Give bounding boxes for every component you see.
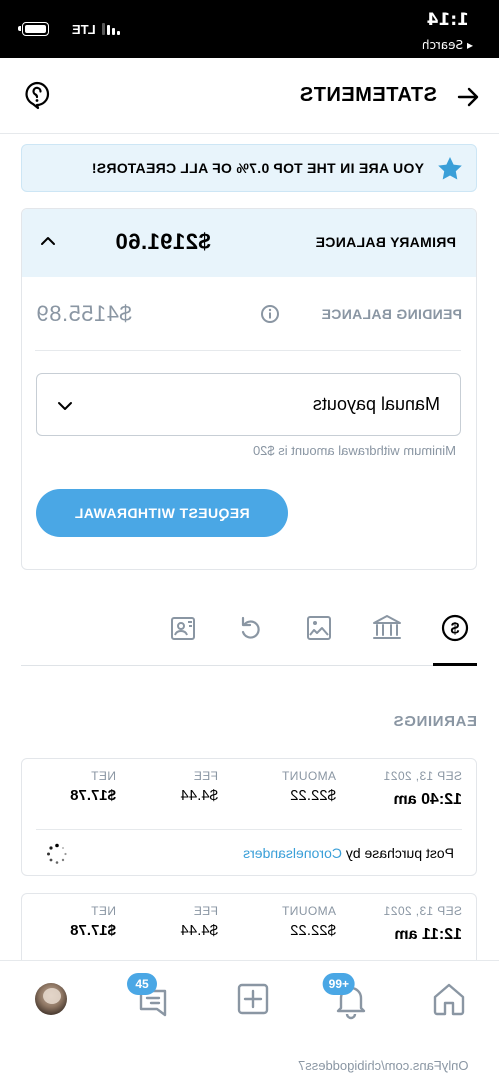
bottom-nav: 99+ 45 bbox=[0, 960, 499, 1036]
arrow-left-icon[interactable] bbox=[455, 84, 481, 110]
dollar-icon: $ bbox=[441, 614, 469, 642]
primary-balance-row[interactable]: PRIMARY BALANCE $2191.60 bbox=[21, 209, 476, 277]
top-creator-banner: YOU ARE IN THE TOP 0.7% OF ALL CREATORS! bbox=[21, 144, 477, 192]
earning-amount: $22.22 bbox=[290, 922, 336, 939]
svg-text:$: $ bbox=[450, 621, 459, 638]
nav-home[interactable] bbox=[423, 975, 469, 1021]
tab-payouts[interactable] bbox=[367, 608, 407, 648]
help-icon[interactable] bbox=[22, 80, 52, 110]
back-to-search[interactable]: ◂ Search bbox=[422, 38, 473, 52]
tab-media[interactable] bbox=[299, 608, 339, 648]
amount-column: AMOUNT $22.22 bbox=[282, 769, 336, 804]
fee-column: FEE $4.44 bbox=[180, 904, 218, 939]
battery-icon bbox=[18, 22, 49, 36]
signal-icon bbox=[100, 23, 120, 35]
nav-messages[interactable]: 45 bbox=[127, 973, 173, 1021]
fee-header: FEE bbox=[193, 904, 218, 918]
fee-header: FEE bbox=[193, 769, 218, 783]
request-withdrawal-button[interactable]: REQUEST WITHDRAWAL bbox=[36, 489, 288, 537]
home-icon bbox=[433, 983, 465, 1016]
chevron-up-icon[interactable] bbox=[38, 231, 58, 251]
primary-balance-label: PRIMARY BALANCE bbox=[315, 234, 456, 250]
banner-text: YOU ARE IN THE TOP 0.7% OF ALL CREATORS! bbox=[91, 160, 425, 176]
earning-item: SEP 13, 2021 12:40 am AMOUNT $22.22 FEE … bbox=[21, 758, 477, 876]
earning-date: SEP 13, 2021 bbox=[383, 904, 462, 918]
header: STATEMENTS bbox=[0, 58, 499, 134]
earning-time: 12:40 am bbox=[393, 791, 463, 808]
tab-refunds[interactable] bbox=[231, 608, 271, 648]
date-column: SEP 13, 2021 12:11 am bbox=[383, 904, 462, 944]
net-column: NET $17.78 bbox=[70, 904, 116, 939]
divider bbox=[36, 829, 462, 830]
loading-spinner-icon bbox=[47, 843, 67, 864]
bank-icon bbox=[373, 615, 401, 639]
messages-badge: 45 bbox=[127, 973, 157, 995]
primary-balance-amount: $2191.60 bbox=[115, 229, 211, 254]
net-header: NET bbox=[90, 769, 116, 783]
pending-balance-amount: $4155.89 bbox=[36, 301, 132, 326]
tab-referrals[interactable] bbox=[163, 608, 203, 648]
amount-header: AMOUNT bbox=[281, 769, 336, 783]
status-time: 1:14 bbox=[426, 10, 469, 30]
divider bbox=[35, 350, 461, 351]
pending-balance-label: PENDING BALANCE bbox=[321, 306, 462, 322]
status-bar: 1:14 ◂ Search LTE bbox=[0, 0, 499, 58]
notifications-badge: 99+ bbox=[322, 973, 355, 995]
earning-date: SEP 13, 2021 bbox=[383, 769, 462, 783]
earnings-title: EARNINGS bbox=[393, 713, 477, 730]
chevron-down-icon bbox=[58, 402, 72, 410]
payout-mode-value: Manual payouts bbox=[312, 394, 440, 414]
amount-column: AMOUNT $22.22 bbox=[282, 904, 336, 939]
url-bar: OnlyFans.com/chibigoddess7 bbox=[0, 1036, 499, 1080]
tab-earnings[interactable]: $ bbox=[435, 608, 475, 648]
refund-icon bbox=[241, 616, 260, 639]
nav-notifications[interactable]: 99+ bbox=[322, 973, 371, 1021]
plus-square-icon bbox=[237, 983, 269, 1015]
nav-add[interactable] bbox=[227, 975, 273, 1021]
earning-net: $17.78 bbox=[70, 922, 116, 939]
net-column: NET $17.78 bbox=[70, 769, 116, 804]
earning-description: Post purchase by Coronelsanders bbox=[243, 845, 454, 861]
url-text: OnlyFans.com/chibigoddess7 bbox=[298, 1058, 469, 1073]
date-column: SEP 13, 2021 12:40 am bbox=[383, 769, 462, 809]
active-tab-indicator bbox=[433, 663, 477, 666]
nav-profile[interactable] bbox=[29, 969, 75, 1015]
payout-mode-select[interactable]: Manual payouts bbox=[36, 373, 461, 436]
minimum-withdrawal-note: Minimum withdrawal amount is $20 bbox=[252, 443, 456, 458]
balance-card: PRIMARY BALANCE $2191.60 PENDING BALANCE… bbox=[21, 208, 477, 570]
earning-net: $17.78 bbox=[70, 787, 116, 804]
network-label: LTE bbox=[72, 22, 96, 37]
page-title: STATEMENTS bbox=[299, 84, 437, 106]
description-prefix: Post purchase by bbox=[341, 845, 454, 861]
info-icon[interactable] bbox=[260, 304, 280, 324]
pending-balance-row: PENDING BALANCE $4155.89 bbox=[21, 277, 476, 351]
page: 1:14 ◂ Search LTE STATEMENTS YOU ARE IN … bbox=[0, 0, 499, 1080]
user-card-icon bbox=[171, 617, 195, 640]
earning-fee: $4.44 bbox=[180, 922, 218, 939]
net-header: NET bbox=[90, 904, 116, 918]
image-icon bbox=[307, 616, 331, 640]
earning-time: 12:11 am bbox=[394, 926, 462, 943]
earning-amount: $22.22 bbox=[290, 787, 336, 804]
avatar bbox=[35, 983, 67, 1015]
fee-column: FEE $4.44 bbox=[180, 769, 218, 804]
amount-header: AMOUNT bbox=[281, 904, 336, 918]
statement-tabs: $ bbox=[21, 600, 477, 666]
earning-fee: $4.44 bbox=[180, 787, 218, 804]
star-icon bbox=[438, 157, 462, 180]
buyer-link[interactable]: Coronelsanders bbox=[243, 845, 342, 861]
